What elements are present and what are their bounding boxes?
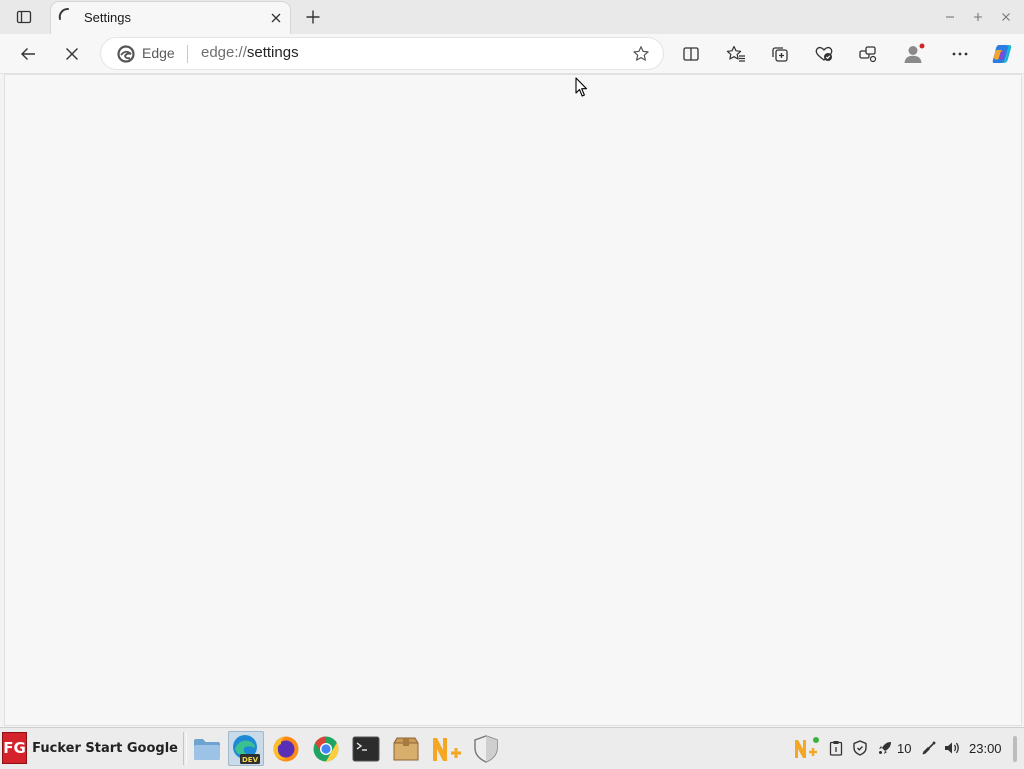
tab-close-button[interactable] [268, 10, 284, 26]
launcher-file-manager[interactable] [189, 731, 225, 766]
site-identity-label: Edge [142, 45, 175, 61]
taskbar: FG Fucker Start Google DEV 10 23:00 [0, 727, 1024, 769]
network-disconnected-icon [922, 741, 936, 755]
url-host: settings [246, 44, 299, 61]
edge-logo-icon [117, 45, 135, 63]
tray-notes-plus[interactable] [793, 736, 821, 760]
split-screen-icon [683, 47, 699, 61]
url-scheme: edge:// [201, 44, 247, 61]
chrome-icon [313, 736, 339, 761]
copilot-icon [992, 45, 1012, 63]
browser-essentials-icon [815, 46, 833, 61]
taskbar-separator [183, 732, 187, 765]
minimize-button[interactable] [942, 9, 958, 25]
terminal-icon [352, 736, 380, 761]
minimize-icon [946, 16, 954, 18]
folder-icon [194, 738, 220, 760]
edge-dev-icon: DEV [233, 734, 260, 764]
tab-actions-icon [16, 10, 32, 24]
profile-icon [904, 43, 925, 63]
taskbar-clock[interactable]: 23:00 [969, 741, 1002, 756]
address-divider [187, 45, 188, 63]
page-content-area [4, 74, 1022, 726]
notes-plus-tray-icon [795, 737, 819, 758]
address-bar[interactable]: Edge edge://settings [101, 38, 663, 69]
tray-badge-count: 10 [897, 741, 912, 756]
navigation-toolbar: Edge edge://settings [0, 34, 1024, 74]
tray-volume[interactable] [943, 736, 961, 760]
add-favorite-button[interactable] [631, 44, 651, 64]
tray-network[interactable] [920, 736, 938, 760]
more-icon [952, 52, 968, 56]
favorites-icon [726, 45, 745, 62]
show-desktop-button[interactable] [1013, 736, 1017, 762]
launcher-archive-manager[interactable] [388, 731, 424, 766]
back-icon [21, 48, 35, 60]
launcher-firefox[interactable] [268, 731, 304, 766]
tray-clipboard[interactable] [828, 736, 844, 760]
shield-icon [853, 740, 867, 756]
close-icon [1002, 13, 1010, 21]
close-window-button[interactable] [998, 9, 1014, 25]
close-icon [271, 13, 281, 23]
collections-icon [772, 47, 788, 62]
launcher-edge-dev[interactable]: DEV [228, 731, 264, 766]
shield-icon [474, 734, 498, 763]
start-logo: FG [2, 732, 28, 764]
back-button[interactable] [13, 40, 43, 68]
stop-loading-button[interactable] [57, 40, 87, 68]
new-tab-button[interactable] [299, 4, 327, 30]
profile-button[interactable] [899, 40, 929, 68]
clipboard-icon [829, 741, 843, 756]
tab-actions-button[interactable] [8, 5, 40, 29]
notes-plus-icon [433, 737, 461, 761]
settings-and-more-button[interactable] [945, 40, 975, 68]
start-menu-button[interactable]: FG Fucker Start Google [2, 730, 178, 766]
plus-icon [306, 10, 320, 24]
tab-title: Settings [84, 10, 131, 25]
copilot-button[interactable] [987, 40, 1017, 68]
collections-button[interactable] [765, 40, 795, 68]
svg-text:DEV: DEV [242, 756, 259, 764]
favorite-star-icon [633, 46, 649, 61]
package-box-icon [393, 737, 419, 760]
browser-essentials-button[interactable] [809, 40, 839, 68]
maximize-button[interactable] [970, 9, 986, 25]
workspaces-icon [859, 46, 877, 63]
tab-settings[interactable]: Settings [51, 2, 290, 34]
tab-strip: Settings [0, 0, 1024, 34]
loading-spinner-icon [58, 8, 69, 20]
launcher-security-shield[interactable] [468, 731, 504, 766]
url-text[interactable]: edge://settings [201, 44, 299, 61]
mouse-cursor-icon [575, 77, 588, 97]
launcher-terminal[interactable] [348, 731, 384, 766]
notification-dot [919, 43, 925, 49]
tray-notifications[interactable] [877, 736, 893, 760]
stop-icon [66, 48, 78, 60]
split-screen-button[interactable] [676, 40, 706, 68]
launcher-chrome[interactable] [308, 731, 344, 766]
rocket-icon [879, 742, 891, 754]
workspaces-button[interactable] [853, 40, 883, 68]
tray-security[interactable] [851, 736, 869, 760]
favorites-button[interactable] [721, 40, 751, 68]
start-menu-label: Fucker Start Google [32, 740, 178, 756]
maximize-icon [974, 13, 982, 21]
firefox-icon [273, 736, 299, 761]
browser-window: Settings Edge edge://settings [0, 0, 1024, 727]
volume-icon [945, 742, 959, 754]
launcher-notes-plus[interactable] [428, 731, 464, 766]
